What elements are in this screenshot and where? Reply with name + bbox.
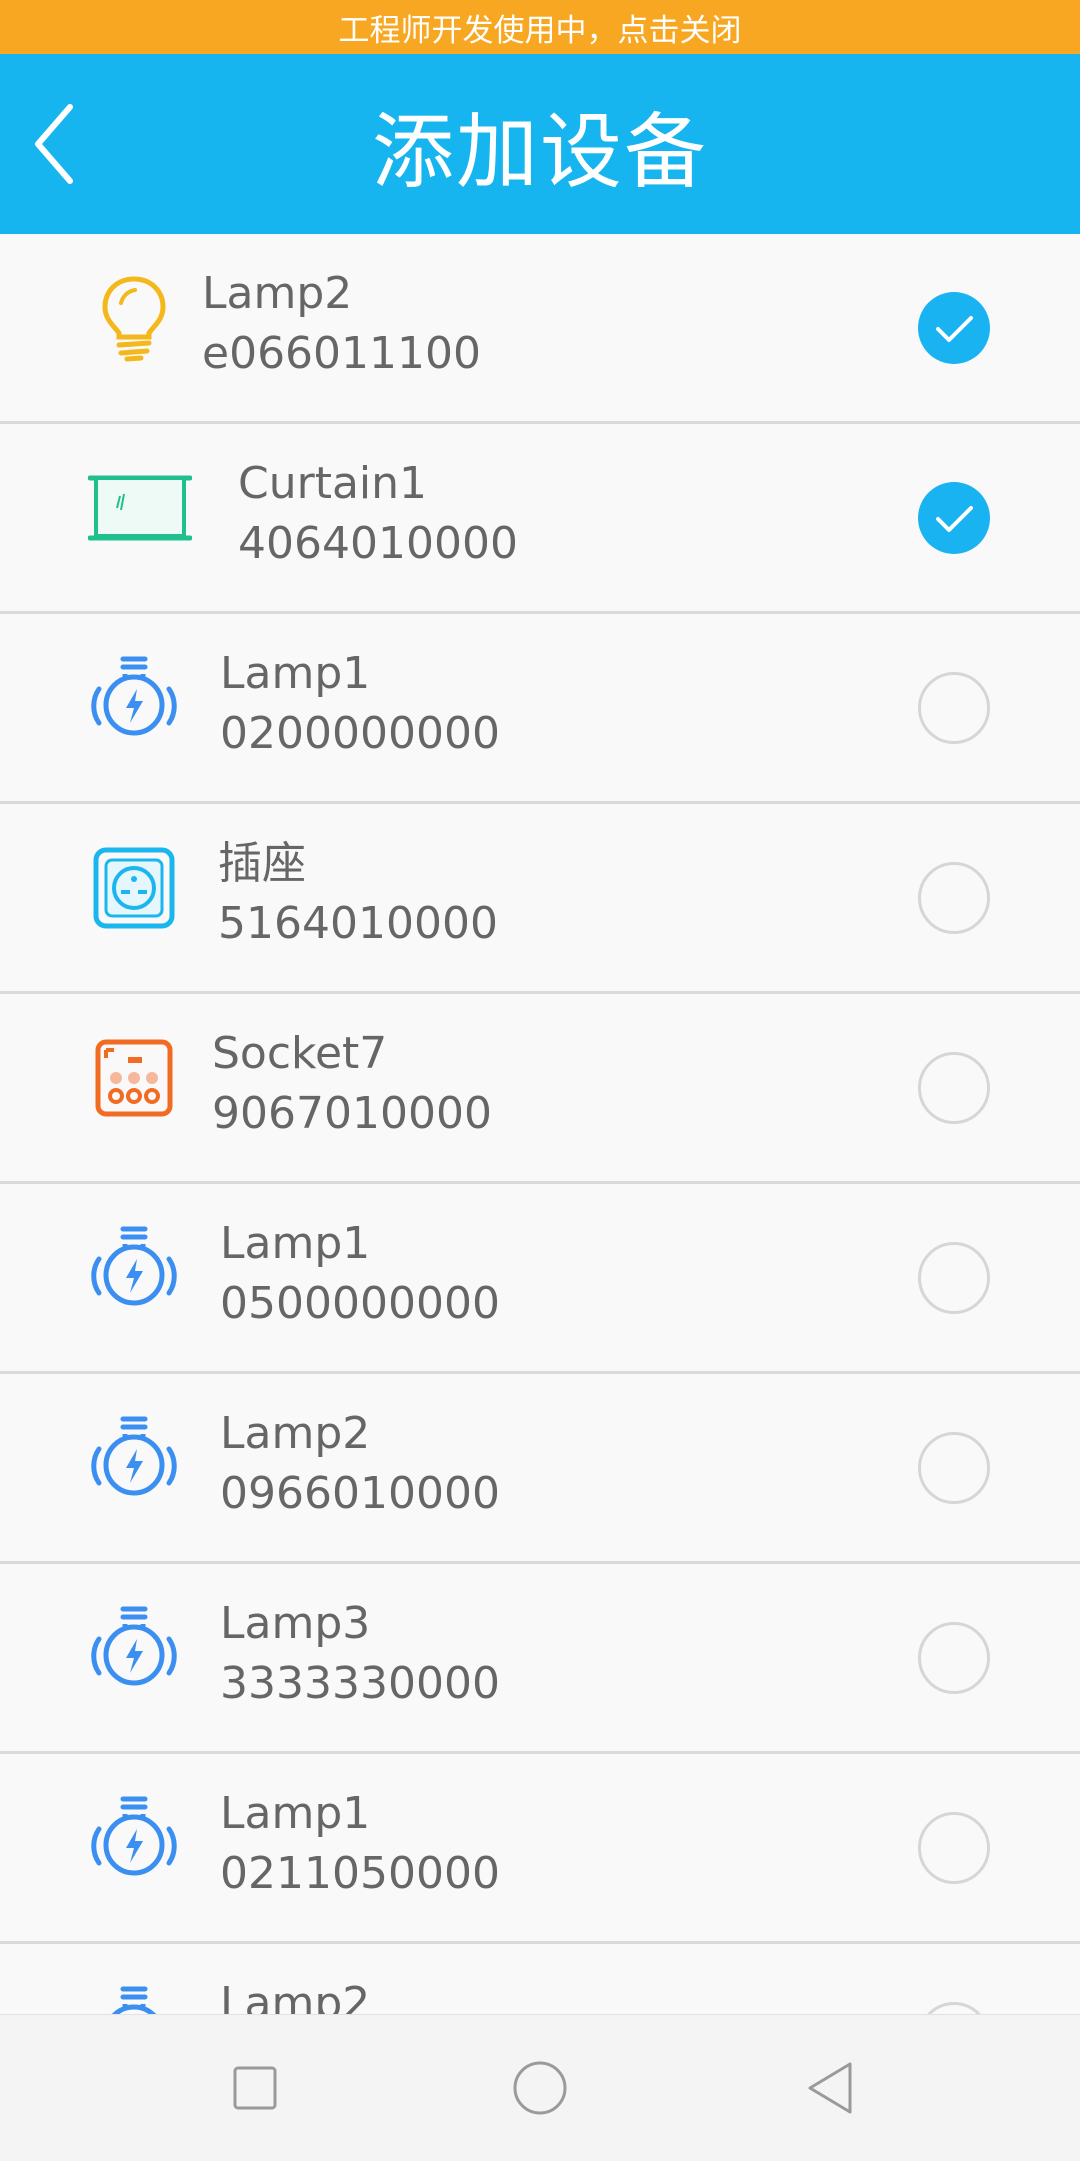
- smart-bulb-icon: [86, 648, 182, 748]
- device-name: Lamp2: [220, 1408, 371, 1459]
- unselected-checkbox[interactable]: [918, 862, 990, 934]
- list-item[interactable]: Socket7 9067010000: [0, 994, 1080, 1184]
- list-item[interactable]: Lamp2: [0, 1944, 1080, 2014]
- triangle-back-icon: [808, 2062, 852, 2114]
- smart-bulb-icon: [86, 1408, 182, 1508]
- list-item[interactable]: Lamp2 e066011100: [0, 234, 1080, 424]
- smart-bulb-icon: [86, 1978, 182, 2014]
- selected-checkbox[interactable]: [918, 482, 990, 554]
- device-name: Curtain1: [238, 458, 428, 509]
- device-list[interactable]: Lamp2 e066011100 Curtain1 4064010000 Lam…: [0, 234, 1080, 2014]
- bulb-icon: [86, 268, 182, 368]
- developer-mode-banner[interactable]: 工程师开发使用中，点击关闭: [0, 0, 1080, 54]
- unselected-checkbox[interactable]: [918, 1052, 990, 1124]
- app-header: 添加设备: [0, 54, 1080, 234]
- recent-apps-button[interactable]: [215, 2048, 295, 2128]
- list-item[interactable]: 插座 5164010000: [0, 804, 1080, 994]
- device-name: 插座: [218, 838, 306, 889]
- device-id: e066011100: [202, 328, 482, 379]
- device-name: Lamp3: [220, 1598, 371, 1649]
- device-name: Lamp2: [202, 268, 353, 319]
- device-name: Lamp2: [220, 1978, 371, 2014]
- device-id: 0966010000: [220, 1468, 500, 1519]
- system-navigation-bar: [0, 2014, 1080, 2161]
- device-name: Socket7: [212, 1028, 388, 1079]
- list-item[interactable]: Curtain1 4064010000: [0, 424, 1080, 614]
- device-name: Lamp1: [220, 1218, 371, 1269]
- list-item[interactable]: Lamp1 0200000000: [0, 614, 1080, 804]
- banner-text: 工程师开发使用中，点击关闭: [338, 12, 742, 49]
- device-id: 4064010000: [238, 518, 518, 569]
- check-icon: [936, 316, 973, 342]
- back-nav-button[interactable]: [790, 2048, 870, 2128]
- list-item[interactable]: Lamp1 0500000000: [0, 1184, 1080, 1374]
- device-id: 5164010000: [218, 898, 498, 949]
- home-button[interactable]: [500, 2048, 580, 2128]
- smart-bulb-icon: [86, 1218, 182, 1318]
- device-id: 0200000000: [220, 708, 500, 759]
- device-name: Lamp1: [220, 1788, 371, 1839]
- list-item[interactable]: Lamp1 0211050000: [0, 1754, 1080, 1944]
- circle-icon: [513, 2061, 567, 2115]
- square-icon: [233, 2066, 277, 2110]
- check-icon: [936, 506, 973, 532]
- list-item[interactable]: Lamp2 0966010000: [0, 1374, 1080, 1564]
- unselected-checkbox[interactable]: [918, 1432, 990, 1504]
- unselected-checkbox[interactable]: [918, 2002, 990, 2014]
- unselected-checkbox[interactable]: [918, 1242, 990, 1314]
- curtain-icon: [88, 458, 192, 558]
- power-strip-icon: [86, 1028, 182, 1128]
- unselected-checkbox[interactable]: [918, 1622, 990, 1694]
- device-id: 0500000000: [220, 1278, 500, 1329]
- selected-checkbox[interactable]: [918, 292, 990, 364]
- device-id: 9067010000: [212, 1088, 492, 1139]
- device-id: 3333330000: [220, 1658, 500, 1709]
- wall-socket-icon: [86, 838, 182, 938]
- smart-bulb-icon: [86, 1788, 182, 1888]
- unselected-checkbox[interactable]: [918, 1812, 990, 1884]
- smart-bulb-icon: [86, 1598, 182, 1698]
- page-title: 添加设备: [371, 104, 708, 200]
- device-name: Lamp1: [220, 648, 371, 699]
- device-id: 0211050000: [220, 1848, 500, 1899]
- unselected-checkbox[interactable]: [918, 672, 990, 744]
- list-item[interactable]: Lamp3 3333330000: [0, 1564, 1080, 1754]
